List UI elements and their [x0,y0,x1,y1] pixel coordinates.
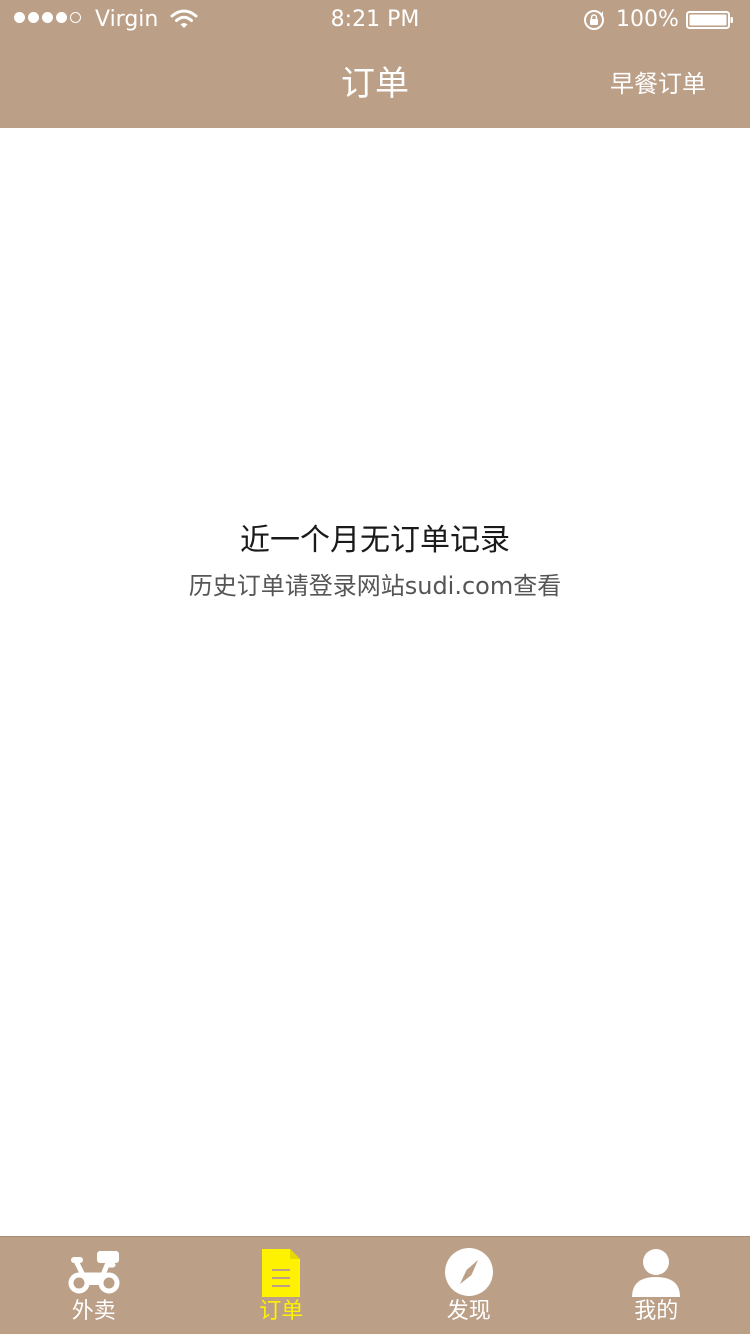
tab-orders[interactable]: 订单 [188,1237,376,1334]
nav-bar: 订单 早餐订单 [0,40,750,128]
tab-label: 外卖 [71,1299,116,1324]
empty-state-subtitle: 历史订单请登录网站sudi.com查看 [188,572,562,600]
tab-me[interactable]: 我的 [563,1237,750,1334]
compass-icon [444,1248,493,1296]
battery-percent: 100% [616,7,679,32]
tab-label: 发现 [446,1299,491,1324]
tab-label: 我的 [634,1299,679,1324]
tab-takeout[interactable]: 外卖 [0,1237,188,1334]
rotation-lock-icon [584,10,604,30]
tab-bar: 外卖 订单 发现 我的 [0,1236,750,1334]
tab-discover[interactable]: 发现 [375,1237,563,1334]
tab-label: 订单 [259,1299,304,1324]
battery-icon [686,11,733,29]
empty-state: 近一个月无订单记录 历史订单请登录网站sudi.com查看 [0,516,750,606]
screen: Virgin 8:21 PM 100% 订单 早餐订单 近一个月无订单记录 历史… [0,0,750,1334]
order-document-icon [262,1249,301,1297]
scooter-icon [68,1251,120,1294]
breakfast-orders-button[interactable]: 早餐订单 [610,40,706,128]
header: Virgin 8:21 PM 100% 订单 早餐订单 [0,0,750,128]
status-bar: Virgin 8:21 PM 100% [0,0,750,40]
empty-state-title: 近一个月无订单记录 [240,523,510,558]
profile-icon [632,1249,681,1297]
